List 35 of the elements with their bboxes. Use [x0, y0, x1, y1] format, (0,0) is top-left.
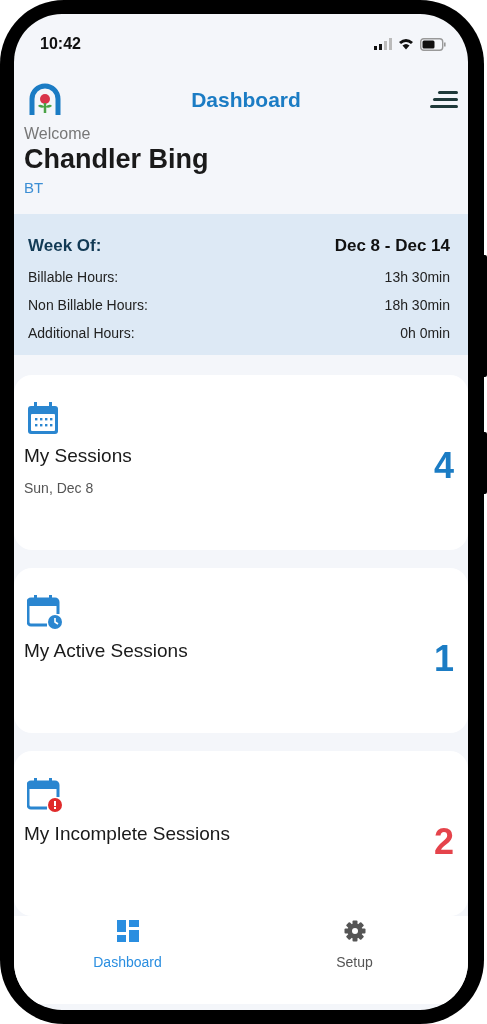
user-initials: BT	[24, 179, 45, 196]
nav-tab[interactable]: Dashboard	[14, 920, 241, 1004]
session-count: 4	[433, 445, 454, 487]
logo-icon	[28, 83, 62, 117]
week-label: Week Of:	[28, 236, 102, 256]
user-name: Chandler Bing	[24, 144, 210, 175]
card-title: My Sessions	[24, 445, 132, 467]
calendar-clock-icon	[27, 594, 63, 630]
wifi-icon	[398, 38, 414, 50]
welcome-text: Welcome	[24, 125, 92, 143]
nav-tab[interactable]: Setup	[241, 920, 468, 1004]
hours-value: 18h 30min	[384, 297, 450, 313]
session-card[interactable]: My Sessions Sun, Dec 8 4	[14, 375, 468, 550]
hours-label: Non Billable Hours:	[28, 297, 148, 313]
hours-label: Billable Hours:	[28, 269, 119, 285]
session-card[interactable]: My Active Sessions 1	[14, 568, 468, 733]
dashboard-icon	[116, 920, 139, 942]
card-date: Sun, Dec 8	[24, 480, 94, 496]
session-count: 1	[433, 638, 454, 680]
page-title: Dashboard	[191, 88, 301, 112]
calendar-alert-icon	[27, 777, 63, 813]
week-range: Dec 8 - Dec 14	[334, 236, 450, 256]
clock-time: 10:42	[40, 35, 81, 53]
settings-icon	[343, 920, 366, 942]
card-title: My Active Sessions	[24, 640, 188, 662]
hours-value: 0h 0min	[400, 325, 450, 341]
hours-value: 13h 30min	[384, 269, 450, 285]
session-count: 2	[433, 821, 454, 863]
menu-icon[interactable]	[430, 91, 458, 109]
session-card[interactable]: My Incomplete Sessions 2	[14, 751, 468, 916]
battery-icon	[420, 37, 446, 51]
signal-icon	[374, 38, 392, 50]
hours-label: Additional Hours:	[28, 325, 135, 341]
calendar-icon	[27, 401, 59, 435]
card-title: My Incomplete Sessions	[24, 823, 230, 845]
